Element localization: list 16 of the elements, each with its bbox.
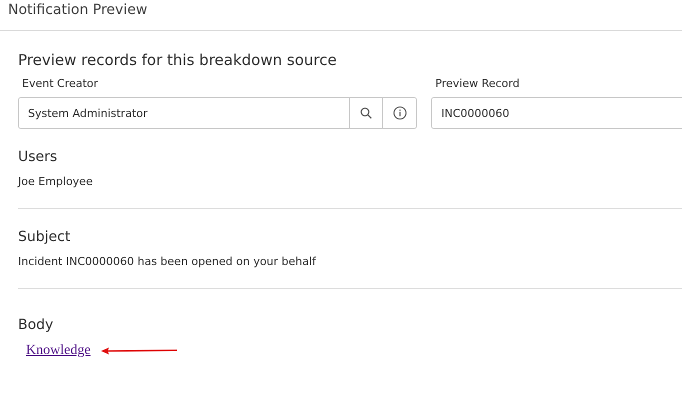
field-label: Event Creator bbox=[21, 77, 100, 90]
info-button[interactable] bbox=[383, 97, 418, 129]
section-text: Incident INC0000060 has been opened on your behalf bbox=[18, 255, 318, 268]
field-label: Preview Record bbox=[434, 77, 521, 90]
page-title: Notification Preview bbox=[8, 2, 148, 18]
section-text: Joe Employee bbox=[18, 175, 94, 188]
section-title: Subject bbox=[18, 229, 72, 245]
search-button[interactable] bbox=[349, 97, 384, 129]
search-icon bbox=[360, 107, 372, 119]
section-title: Users bbox=[18, 149, 58, 165]
section-title: Body bbox=[18, 317, 54, 333]
reference-field[interactable]: System Administrator bbox=[18, 97, 350, 129]
input-field[interactable]: INC0000060 bbox=[431, 97, 682, 129]
section-heading: Preview records for this breakdown source bbox=[18, 51, 338, 69]
link[interactable]: Knowledge bbox=[26, 343, 91, 359]
info-icon bbox=[392, 106, 407, 120]
